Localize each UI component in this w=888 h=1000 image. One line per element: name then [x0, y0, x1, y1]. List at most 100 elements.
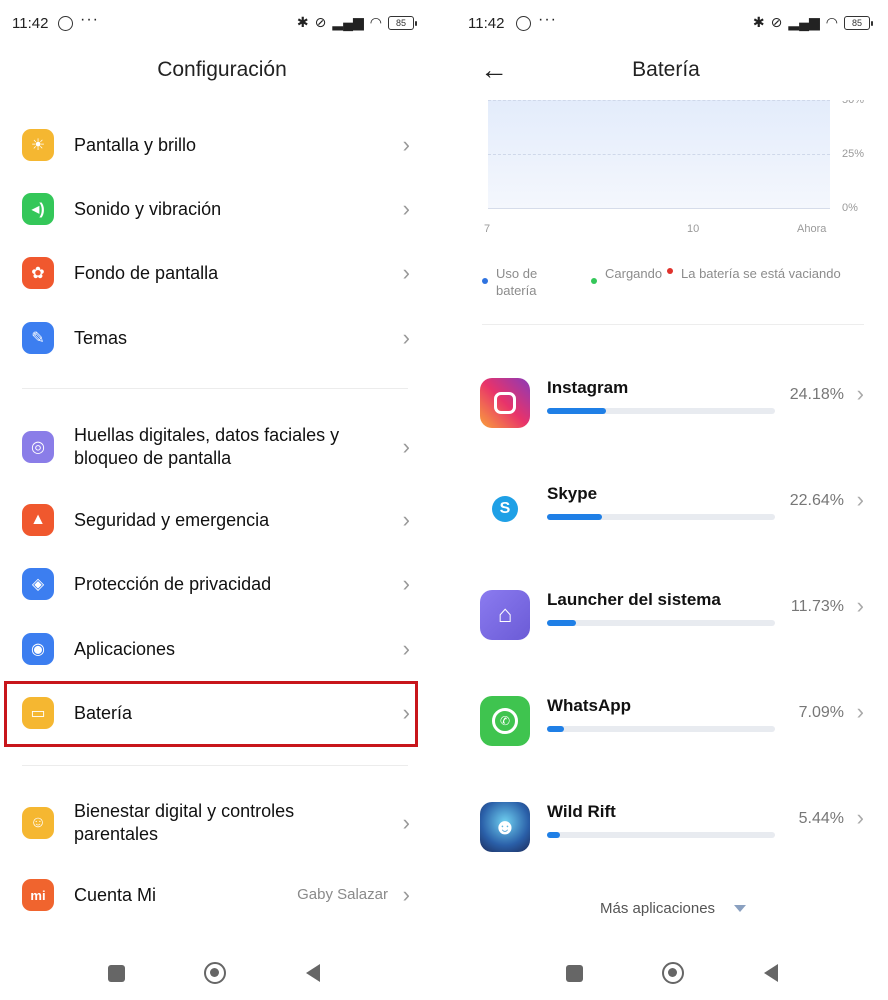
x-tick-label: Ahora: [797, 223, 827, 235]
setting-themes[interactable]: ✎ Temas ›: [0, 309, 432, 369]
chevron-right-icon: ›: [402, 132, 410, 157]
silent-icon: ⊘: [770, 14, 783, 30]
instagram-icon: [480, 378, 530, 428]
chevron-right-icon: ›: [856, 593, 864, 618]
app-usage-instagram[interactable]: Instagram 24.18% ›: [460, 364, 880, 444]
app-usage-percent: 22.64%: [789, 492, 844, 509]
more-apps-button[interactable]: Más aplicaciones: [600, 900, 715, 917]
section-divider: [22, 765, 408, 766]
chevron-right-icon: ›: [856, 699, 864, 724]
more-notifications-icon: ···: [80, 11, 99, 28]
y-tick-label: 0%: [842, 202, 858, 214]
setting-apps[interactable]: ◉ Aplicaciones ›: [0, 620, 432, 680]
home-button[interactable]: [204, 962, 226, 984]
legend-charging-dot: [591, 278, 597, 284]
settings-screen: 11:42 ··· ✱ ⊘ ▂▄▆ ◠ 85 Configuración ☀ P…: [0, 0, 444, 1000]
wifi-icon: ◠: [369, 14, 382, 30]
usage-bar-fill: [547, 726, 565, 732]
fingerprint-icon: ◎: [22, 431, 54, 463]
brush-icon: ✎: [22, 322, 54, 354]
chevron-right-icon: ›: [402, 636, 410, 661]
usage-bar-track: [547, 832, 775, 838]
wifi-icon: ◠: [825, 14, 838, 30]
battery-status-icon: 85: [388, 15, 417, 30]
back-button[interactable]: [764, 964, 778, 982]
status-bar: 11:42 ··· ✱ ⊘ ▂▄▆ ◠ 85: [444, 10, 888, 38]
gear-icon: ◉: [22, 633, 54, 665]
grid-line: [488, 154, 830, 155]
recents-button[interactable]: [566, 965, 583, 982]
grid-line: [488, 100, 830, 101]
app-usage-percent: 11.73%: [790, 598, 844, 615]
battery-status-icon: 85: [844, 15, 873, 30]
setting-digital-wellbeing[interactable]: ☺ Bienestar digital y controles parental…: [0, 794, 432, 854]
signal-icon: ▂▄▆: [788, 14, 820, 30]
whatsapp-notification-icon: [516, 16, 531, 31]
status-icons: ✱ ⊘ ▂▄▆ ◠ 85: [752, 14, 873, 31]
page-title: Configuración: [157, 58, 287, 81]
app-usage-skype[interactable]: S Skype 22.64% ›: [460, 470, 880, 550]
setting-label: Aplicaciones: [74, 639, 176, 659]
setting-wallpaper[interactable]: ✿ Fondo de pantalla ›: [0, 244, 432, 304]
launcher-icon: ⌂: [480, 590, 530, 640]
app-usage-whatsapp[interactable]: ✆ WhatsApp 7.09% ›: [460, 682, 880, 762]
mi-icon: mi: [22, 879, 54, 911]
legend-charging-label: Cargando: [605, 266, 663, 281]
setting-label: Pantalla y brillo: [74, 135, 197, 155]
app-usage-wild-rift[interactable]: ☻ Wild Rift 5.44% ›: [460, 788, 880, 868]
caret-down-icon[interactable]: [734, 905, 746, 912]
chevron-right-icon: ›: [402, 882, 410, 907]
person-icon: ☺: [22, 807, 54, 839]
setting-display-brightness[interactable]: ☀ Pantalla y brillo ›: [0, 116, 432, 176]
status-time: 11:42: [12, 15, 49, 32]
usage-bar-fill: [547, 620, 576, 626]
setting-label: Fondo de pantalla: [74, 263, 219, 283]
usage-bar-fill: [547, 408, 606, 414]
page-title: Batería: [632, 58, 700, 81]
grid-line: [488, 208, 830, 209]
signal-icon: ▂▄▆: [332, 14, 364, 30]
bluetooth-icon: ✱: [296, 14, 309, 30]
navigation-bar: [458, 958, 888, 988]
app-usage-system-launcher[interactable]: ⌂ Launcher del sistema 11.73% ›: [460, 576, 880, 656]
chevron-right-icon: ›: [402, 571, 410, 596]
chevron-right-icon: ›: [402, 434, 410, 459]
app-name: Wild Rift: [547, 802, 616, 821]
app-name: Instagram: [547, 378, 629, 397]
battery-highlight-box: [4, 681, 418, 747]
setting-label: Huellas digitales, datos faciales y bloq…: [74, 425, 340, 468]
chevron-right-icon: ›: [856, 805, 864, 830]
whatsapp-icon: ✆: [480, 696, 530, 746]
app-usage-percent: 24.18%: [789, 386, 844, 403]
back-button[interactable]: [306, 964, 320, 982]
setting-privacy-protection[interactable]: ◈ Protección de privacidad ›: [0, 555, 432, 615]
recents-button[interactable]: [108, 965, 125, 982]
setting-label: Bienestar digital y controles parentales: [74, 801, 295, 844]
navigation-bar: [0, 958, 444, 988]
more-notifications-icon: ···: [538, 11, 557, 28]
siren-icon: ▲: [22, 504, 54, 536]
setting-label: Seguridad y emergencia: [74, 510, 270, 530]
legend-usage-label: Uso de batería: [496, 266, 538, 298]
account-name: Gaby Salazar: [297, 886, 388, 903]
section-divider: [482, 324, 864, 325]
setting-mi-account[interactable]: mi Cuenta Mi Gaby Salazar ›: [0, 866, 432, 926]
setting-sound-vibration[interactable]: ◂) Sonido y vibración ›: [0, 180, 432, 240]
setting-security-emergency[interactable]: ▲ Seguridad y emergencia ›: [0, 491, 432, 551]
home-button[interactable]: [662, 962, 684, 984]
setting-fingerprint-face-lock[interactable]: ◎ Huellas digitales, datos faciales y bl…: [0, 418, 432, 478]
setting-label: Cuenta Mi: [74, 885, 157, 905]
chevron-right-icon: ›: [856, 381, 864, 406]
bluetooth-icon: ✱: [752, 14, 765, 30]
chevron-right-icon: ›: [402, 196, 410, 221]
chevron-right-icon: ›: [402, 810, 410, 835]
chevron-right-icon: ›: [856, 487, 864, 512]
setting-label: Temas: [74, 328, 128, 348]
setting-label: Protección de privacidad: [74, 574, 272, 594]
section-divider: [22, 388, 408, 389]
skype-icon: S: [480, 484, 530, 534]
app-usage-percent: 7.09%: [798, 704, 844, 721]
usage-bar-fill: [547, 832, 561, 838]
legend-draining-label: La batería se está vaciando: [681, 266, 841, 281]
app-name: WhatsApp: [547, 696, 632, 715]
